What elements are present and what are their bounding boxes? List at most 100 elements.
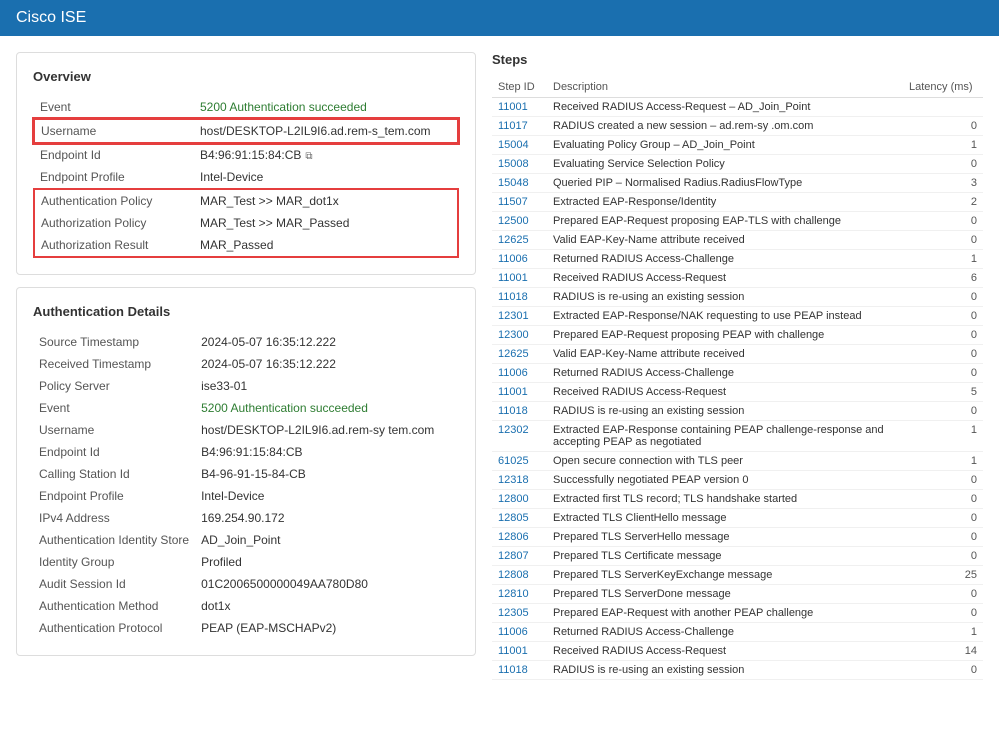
step-description: Valid EAP-Key-Name attribute received bbox=[547, 345, 903, 364]
auth-detail-label: Authentication Protocol bbox=[33, 617, 195, 639]
auth-details-table: Source Timestamp2024-05-07 16:35:12.222R… bbox=[33, 331, 459, 639]
step-description: RADIUS is re-using an existing session bbox=[547, 661, 903, 680]
step-latency: 6 bbox=[903, 269, 983, 288]
step-description: RADIUS created a new session – ad.rem-sy… bbox=[547, 117, 903, 136]
auth-detail-row: Authentication Methoddot1x bbox=[33, 595, 459, 617]
overview-row: Authentication PolicyMAR_Test >> MAR_dot… bbox=[34, 189, 458, 212]
table-row: 12302Extracted EAP-Response containing P… bbox=[492, 421, 983, 452]
auth-detail-label: Endpoint Profile bbox=[33, 485, 195, 507]
step-latency: 0 bbox=[903, 212, 983, 231]
step-id: 12810 bbox=[492, 585, 547, 604]
step-latency: 0 bbox=[903, 364, 983, 383]
event-link[interactable]: 5200 Authentication succeeded bbox=[200, 100, 367, 114]
step-id: 12808 bbox=[492, 566, 547, 585]
table-row: 11507Extracted EAP-Response/Identity2 bbox=[492, 193, 983, 212]
auth-detail-value: AD_Join_Point bbox=[195, 529, 459, 551]
auth-detail-row: Endpoint IdB4:96:91:15:84:CB bbox=[33, 441, 459, 463]
auth-detail-value: 01C2006500000049AA780D80 bbox=[195, 573, 459, 595]
table-row: 11006Returned RADIUS Access-Challenge1 bbox=[492, 250, 983, 269]
auth-detail-row: Received Timestamp2024-05-07 16:35:12.22… bbox=[33, 353, 459, 375]
auth-detail-row: Usernamehost/DESKTOP-L2IL9I6.ad.rem-sy t… bbox=[33, 419, 459, 441]
step-latency: 0 bbox=[903, 155, 983, 174]
table-row: 11018RADIUS is re-using an existing sess… bbox=[492, 402, 983, 421]
step-latency: 0 bbox=[903, 471, 983, 490]
step-description: Prepared EAP-Request proposing PEAP with… bbox=[547, 326, 903, 345]
overview-field-label: Event bbox=[34, 96, 194, 119]
step-latency: 0 bbox=[903, 288, 983, 307]
overview-field-value: MAR_Passed bbox=[194, 234, 458, 257]
overview-row: Authorization PolicyMAR_Test >> MAR_Pass… bbox=[34, 212, 458, 234]
step-id: 12301 bbox=[492, 307, 547, 326]
auth-detail-value: Profiled bbox=[195, 551, 459, 573]
table-row: 11006Returned RADIUS Access-Challenge0 bbox=[492, 364, 983, 383]
step-id: 12807 bbox=[492, 547, 547, 566]
step-id: 11006 bbox=[492, 364, 547, 383]
copy-icon[interactable]: ⧉ bbox=[305, 151, 312, 162]
step-latency: 25 bbox=[903, 566, 983, 585]
table-row: 12625Valid EAP-Key-Name attribute receiv… bbox=[492, 345, 983, 364]
overview-field-label: Username bbox=[34, 119, 194, 143]
step-description: Returned RADIUS Access-Challenge bbox=[547, 364, 903, 383]
step-latency: 0 bbox=[903, 117, 983, 136]
overview-field-label: Authorization Policy bbox=[34, 212, 194, 234]
steps-table: Step ID Description Latency (ms) 11001Re… bbox=[492, 77, 983, 680]
auth-detail-label: Authentication Identity Store bbox=[33, 529, 195, 551]
step-latency: 0 bbox=[903, 528, 983, 547]
step-id: 15004 bbox=[492, 136, 547, 155]
step-latency: 2 bbox=[903, 193, 983, 212]
product-name: ISE bbox=[56, 9, 86, 26]
overview-row: Endpoint ProfileIntel-Device bbox=[34, 166, 458, 189]
step-description: Returned RADIUS Access-Challenge bbox=[547, 250, 903, 269]
table-row: 12806Prepared TLS ServerHello message0 bbox=[492, 528, 983, 547]
auth-detail-row: Source Timestamp2024-05-07 16:35:12.222 bbox=[33, 331, 459, 353]
step-id: 11018 bbox=[492, 288, 547, 307]
auth-detail-label: Received Timestamp bbox=[33, 353, 195, 375]
step-id: 11006 bbox=[492, 623, 547, 642]
step-description: Received RADIUS Access-Request bbox=[547, 269, 903, 288]
step-id: 12625 bbox=[492, 345, 547, 364]
step-description: Evaluating Service Selection Policy bbox=[547, 155, 903, 174]
table-row: 12500Prepared EAP-Request proposing EAP-… bbox=[492, 212, 983, 231]
overview-field-value: MAR_Test >> MAR_dot1x bbox=[194, 189, 458, 212]
step-latency: 0 bbox=[903, 345, 983, 364]
step-description: Queried PIP – Normalised Radius.RadiusFl… bbox=[547, 174, 903, 193]
table-row: 15004Evaluating Policy Group – AD_Join_P… bbox=[492, 136, 983, 155]
auth-detail-label: Audit Session Id bbox=[33, 573, 195, 595]
auth-details-title: Authentication Details bbox=[33, 304, 459, 319]
overview-field-label: Endpoint Id bbox=[34, 143, 194, 166]
step-id: 12625 bbox=[492, 231, 547, 250]
overview-field-label: Endpoint Profile bbox=[34, 166, 194, 189]
step-latency: 0 bbox=[903, 661, 983, 680]
auth-detail-row: Identity GroupProfiled bbox=[33, 551, 459, 573]
auth-details-card: Authentication Details Source Timestamp2… bbox=[16, 287, 476, 656]
auth-detail-row: Authentication Identity StoreAD_Join_Poi… bbox=[33, 529, 459, 551]
overview-title: Overview bbox=[33, 69, 459, 84]
auth-detail-row: IPv4 Address169.254.90.172 bbox=[33, 507, 459, 529]
step-id: 11001 bbox=[492, 269, 547, 288]
step-latency: 1 bbox=[903, 136, 983, 155]
table-row: 11006Returned RADIUS Access-Challenge1 bbox=[492, 623, 983, 642]
steps-table-body: 11001Received RADIUS Access-Request – AD… bbox=[492, 98, 983, 680]
steps-table-header: Step ID Description Latency (ms) bbox=[492, 77, 983, 98]
table-row: 11001Received RADIUS Access-Request5 bbox=[492, 383, 983, 402]
col-description: Description bbox=[547, 77, 903, 98]
step-description: Valid EAP-Key-Name attribute received bbox=[547, 231, 903, 250]
steps-title: Steps bbox=[492, 52, 983, 67]
brand-name: Cisco bbox=[16, 9, 56, 26]
event-link[interactable]: 5200 Authentication succeeded bbox=[201, 401, 368, 415]
auth-detail-value: 5200 Authentication succeeded bbox=[195, 397, 459, 419]
step-description: Prepared TLS Certificate message bbox=[547, 547, 903, 566]
step-id: 15008 bbox=[492, 155, 547, 174]
step-id: 11018 bbox=[492, 661, 547, 680]
auth-detail-row: Event5200 Authentication succeeded bbox=[33, 397, 459, 419]
step-id: 12800 bbox=[492, 490, 547, 509]
table-row: 12807Prepared TLS Certificate message0 bbox=[492, 547, 983, 566]
table-row: 11018RADIUS is re-using an existing sess… bbox=[492, 288, 983, 307]
overview-field-value: B4:96:91:15:84:CB⧉ bbox=[194, 143, 458, 166]
auth-detail-value: B4:96:91:15:84:CB bbox=[195, 441, 459, 463]
step-latency: 3 bbox=[903, 174, 983, 193]
table-row: 11001Received RADIUS Access-Request – AD… bbox=[492, 98, 983, 117]
step-id: 12500 bbox=[492, 212, 547, 231]
step-description: Extracted EAP-Response/NAK requesting to… bbox=[547, 307, 903, 326]
step-latency: 0 bbox=[903, 509, 983, 528]
